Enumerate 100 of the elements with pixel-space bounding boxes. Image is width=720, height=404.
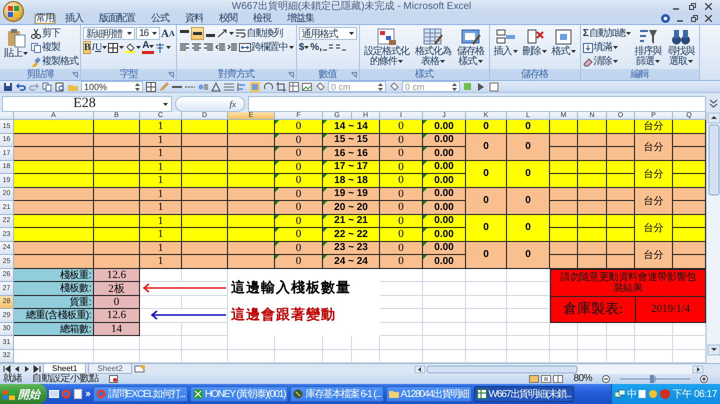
table-cell[interactable]: 0 <box>94 296 140 309</box>
currency-button[interactable]: $ <box>298 41 310 54</box>
taskbar-button[interactable]: W667出貨明細(未鎖... <box>474 386 574 402</box>
table-cell[interactable]: 台分 <box>635 134 673 160</box>
ribbon-tab[interactable]: 版面配置 <box>92 13 142 24</box>
table-cell[interactable]: 1 <box>140 242 182 255</box>
cell-styles-button[interactable]: 儲存格樣式 <box>454 27 487 69</box>
clear-button[interactable]: 清除 <box>582 55 631 68</box>
table-cell[interactable]: 0 <box>275 174 323 188</box>
table-cell[interactable]: 0 <box>380 214 423 228</box>
table-cell[interactable]: 21 ~ 21 <box>323 214 380 228</box>
table-cell[interactable]: 0 <box>275 120 323 134</box>
table-cell[interactable]: 0 <box>466 120 507 134</box>
table-cell[interactable]: 0 <box>275 214 323 228</box>
autosum-button[interactable]: Σ自動加總 <box>582 27 631 40</box>
table-cell[interactable]: 1 <box>140 188 182 201</box>
grow-font-button[interactable]: A <box>161 27 168 40</box>
table-cell[interactable]: 0 <box>380 228 423 242</box>
table-cell[interactable]: 14 <box>94 322 140 336</box>
table-cell[interactable]: 0 <box>507 134 550 160</box>
table-cell[interactable]: 台分 <box>635 214 673 242</box>
table-cell[interactable]: 16 ~ 16 <box>323 147 380 160</box>
ribbon-tab[interactable]: 公式 <box>144 13 176 24</box>
table-cell[interactable]: 0 <box>275 147 323 160</box>
format-button[interactable]: 格式 <box>550 27 578 69</box>
table-cell[interactable]: 台分 <box>635 188 673 214</box>
comma-button[interactable]: , <box>319 41 321 54</box>
sort-filter-button[interactable]: 排序與篩選 <box>632 27 664 69</box>
font-color-button[interactable]: A <box>142 41 154 54</box>
table-cell[interactable]: 0 <box>380 160 423 174</box>
table-cell[interactable]: 總箱數: <box>14 322 94 336</box>
start-button[interactable]: 開始 <box>0 384 47 404</box>
table-cell[interactable]: 20 ~ 20 <box>323 201 380 214</box>
copy-button[interactable]: 複製 <box>31 41 78 54</box>
table-cell[interactable]: 0 <box>380 255 423 268</box>
table-cell[interactable]: 0 <box>466 160 507 188</box>
table-cell[interactable]: 1 <box>140 228 182 242</box>
table-cell[interactable]: 0.00 <box>423 214 466 228</box>
table-cell[interactable]: 0 <box>466 242 507 268</box>
percent-button[interactable]: % <box>310 41 318 54</box>
table-cell[interactable]: 14 ~ 14 <box>323 120 380 134</box>
table-cell[interactable]: 貨重: <box>14 296 94 309</box>
table-cell[interactable]: 0 <box>507 214 550 242</box>
table-cell[interactable]: 22 ~ 22 <box>323 228 380 242</box>
table-cell[interactable]: 0 <box>507 160 550 188</box>
table-cell[interactable]: 0 <box>275 188 323 201</box>
table-cell[interactable]: 1 <box>140 214 182 228</box>
table-cell[interactable]: 0 <box>275 201 323 214</box>
font-name-field[interactable]: 新細明體 <box>83 27 135 40</box>
table-cell[interactable]: 0.00 <box>423 242 466 255</box>
table-cell[interactable]: 0 <box>275 242 323 255</box>
delete-button[interactable]: 刪除 <box>520 27 549 69</box>
table-cell[interactable]: 2板 <box>94 282 140 296</box>
ribbon-tab[interactable]: 常用 <box>34 13 56 24</box>
table-cell[interactable]: 0 <box>507 188 550 214</box>
table-cell[interactable]: 0.00 <box>423 147 466 160</box>
ribbon-tab[interactable]: 校閱 <box>212 13 244 24</box>
table-cell[interactable]: 1 <box>140 174 182 188</box>
table-cell[interactable]: 0 <box>507 242 550 268</box>
wrap-text-button[interactable]: 自動換列 <box>234 27 283 40</box>
table-cell[interactable]: 0.00 <box>423 134 466 147</box>
table-cell[interactable]: 倉庫製表: <box>551 296 636 322</box>
table-cell[interactable]: 0.00 <box>423 120 466 134</box>
table-cell[interactable]: 棧板數: <box>14 282 94 296</box>
table-cell[interactable]: 19 ~ 19 <box>323 188 380 201</box>
table-cell[interactable]: 1 <box>140 147 182 160</box>
table-cell[interactable]: 0 <box>466 188 507 214</box>
fill-button[interactable]: 填滿 <box>582 41 631 54</box>
table-cell[interactable]: 15 ~ 15 <box>323 134 380 147</box>
table-cell[interactable]: 0.00 <box>423 160 466 174</box>
table-cell[interactable]: 0 <box>380 120 423 134</box>
table-cell[interactable]: 0.00 <box>423 201 466 214</box>
table-cell[interactable]: 18 ~ 18 <box>323 174 380 188</box>
table-cell[interactable]: 0.00 <box>423 174 466 188</box>
ribbon-tab[interactable]: 資料 <box>178 13 210 24</box>
paste-button[interactable]: 貼上 <box>2 27 30 69</box>
table-cell[interactable]: 0 <box>275 255 323 268</box>
insert-button[interactable]: 插入 <box>492 27 520 69</box>
name-box[interactable]: E28 <box>2 96 172 112</box>
table-cell[interactable]: 0 <box>380 242 423 255</box>
table-cell[interactable]: 1 <box>140 255 182 268</box>
zoom-field[interactable]: 100% <box>81 81 143 92</box>
bold-button[interactable]: B <box>83 41 91 54</box>
table-cell[interactable]: 0 <box>380 174 423 188</box>
table-cell[interactable]: 0 <box>275 134 323 147</box>
font-size-field[interactable]: 16 <box>136 27 160 40</box>
table-cell[interactable]: 0 <box>275 228 323 242</box>
table-cell[interactable]: 台分 <box>635 160 673 188</box>
find-select-button[interactable]: 尋找與選取 <box>664 27 697 69</box>
table-cell[interactable]: 12.6 <box>94 309 140 322</box>
ribbon-tab[interactable]: 插入 <box>58 13 90 24</box>
table-cell[interactable]: 17 ~ 17 <box>323 160 380 174</box>
table-cell[interactable]: 台分 <box>635 242 673 268</box>
cut-button[interactable]: 剪下 <box>31 27 78 40</box>
table-cell[interactable]: 2019/1/4 <box>636 296 705 322</box>
table-cell[interactable]: 1 <box>140 201 182 214</box>
conditional-formatting-button[interactable]: 設定格式化的條件 <box>362 27 412 69</box>
format-as-table-button[interactable]: 格式化為表格 <box>412 27 454 69</box>
table-cell[interactable]: 23 ~ 23 <box>323 242 380 255</box>
taskbar-button[interactable]: 請問EXCEL如何打... <box>93 386 188 402</box>
